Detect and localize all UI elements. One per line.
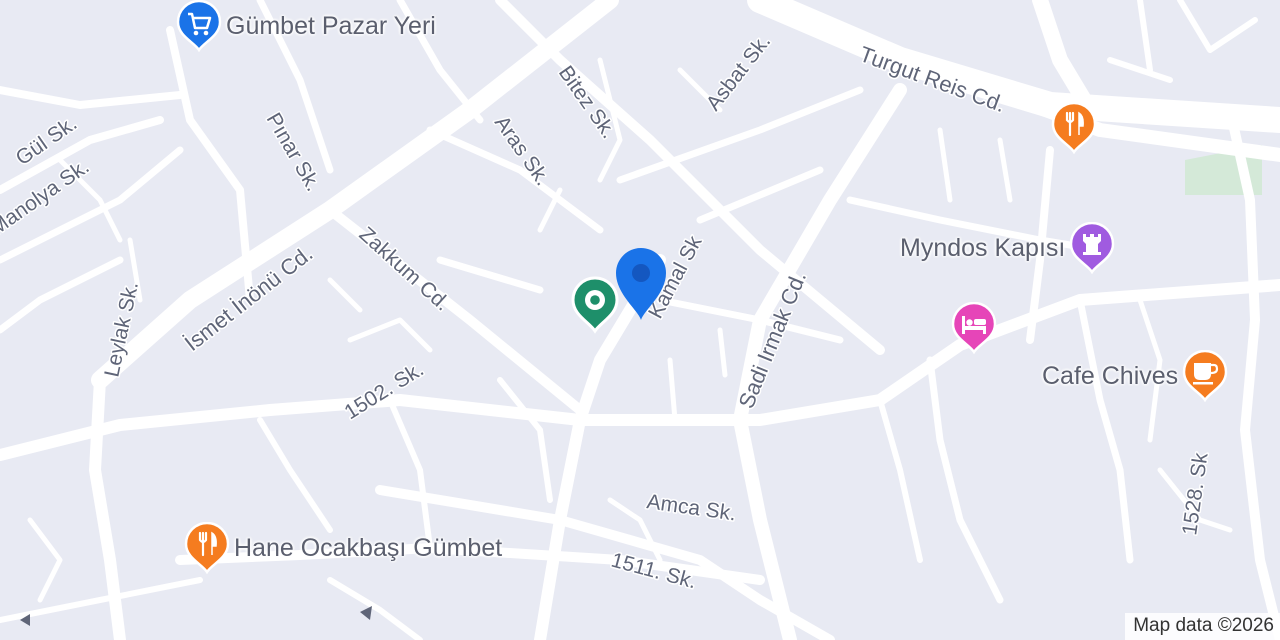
- bed-icon: [951, 302, 997, 354]
- fork-knife-icon: [1051, 102, 1097, 154]
- poi-label: Gümbet Pazar Yeri: [226, 11, 436, 40]
- coffee-cup-icon: [1182, 350, 1228, 402]
- castle-tower-icon: [1069, 222, 1115, 274]
- poi-label: Hane Ocakbaşı Gümbet: [234, 533, 503, 562]
- poi-myndos-kapisi[interactable]: Myndos Kapısı: [900, 222, 1115, 274]
- shopping-cart-icon: [176, 0, 222, 52]
- map-attribution: Map data ©2026: [1125, 613, 1280, 640]
- poi-hotel[interactable]: [951, 302, 997, 354]
- poi-label: Myndos Kapısı: [900, 233, 1066, 262]
- poi-label: Cafe Chives: [1042, 361, 1179, 390]
- fork-knife-icon: [184, 522, 230, 574]
- selected-location-pin[interactable]: [612, 244, 670, 329]
- map-canvas[interactable]: Bitez Sk. Asbat Sk. Turgut Reis Cd. Gül …: [0, 0, 1280, 640]
- poi-restaurant[interactable]: [1051, 102, 1097, 154]
- poi-cafe-chives[interactable]: Cafe Chives: [1042, 350, 1228, 402]
- poi-hane-ocakbasi[interactable]: Hane Ocakbaşı Gümbet: [184, 522, 502, 574]
- poi-gumbet-pazar-yeri[interactable]: Gümbet Pazar Yeri: [176, 0, 436, 52]
